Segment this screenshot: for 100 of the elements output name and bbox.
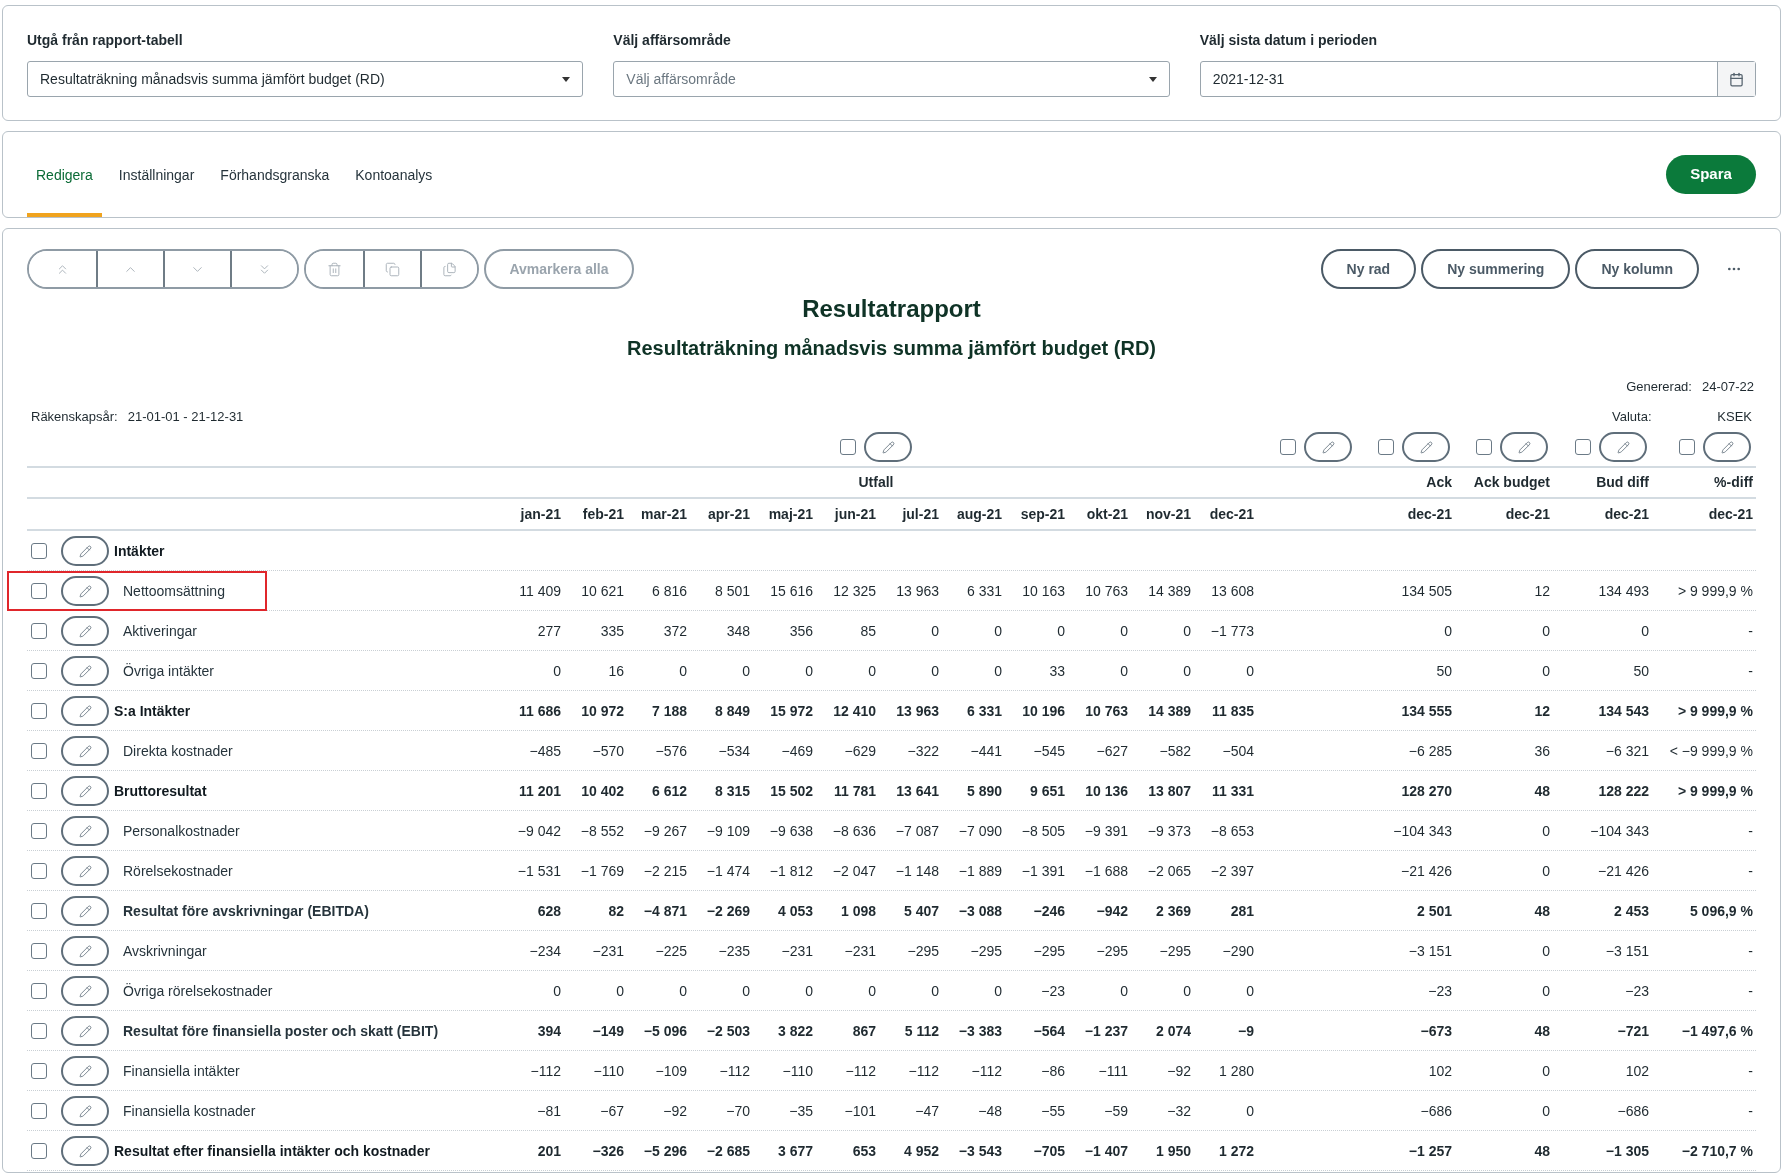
checkbox[interactable]	[31, 583, 47, 599]
save-button[interactable]: Spara	[1666, 155, 1756, 194]
checkbox[interactable]	[31, 703, 47, 719]
table-cell-text: 3 822	[776, 1021, 813, 1041]
table-cell-text: −9 638	[768, 821, 813, 841]
checkbox[interactable]	[1476, 439, 1492, 455]
column-header: dec-21	[1707, 504, 1753, 524]
edit-button[interactable]	[61, 1096, 109, 1126]
edit-button[interactable]	[61, 936, 109, 966]
edit-button[interactable]	[61, 696, 109, 726]
table-cell-text: −1 148	[894, 861, 939, 881]
edit-button[interactable]	[864, 432, 912, 462]
edit-button[interactable]	[61, 776, 109, 806]
table-cell-text: 1 098	[839, 901, 876, 921]
action-button[interactable]: Ny kolumn	[1575, 249, 1699, 289]
table-cell-text: 13 963	[895, 581, 939, 601]
table-cell-text: −110	[592, 1061, 624, 1081]
edit-button[interactable]	[61, 536, 109, 566]
action-button[interactable]: Ny summering	[1421, 249, 1571, 289]
tab[interactable]: Redigera	[27, 134, 102, 217]
checkbox[interactable]	[31, 1103, 47, 1119]
checkbox[interactable]	[31, 1063, 47, 1079]
checkbox[interactable]	[31, 863, 47, 879]
edit-button[interactable]	[61, 616, 109, 646]
table-cell-text: 0	[1119, 981, 1128, 1001]
dropdown-field[interactable]: Välj affärsområde	[613, 61, 1170, 97]
checkbox[interactable]	[31, 903, 47, 919]
table-cell-text: 867	[851, 1021, 876, 1041]
edit-button[interactable]	[1703, 432, 1751, 462]
checkbox[interactable]	[31, 743, 47, 759]
table-cell-text: 102	[1624, 1061, 1649, 1081]
table-cell-text: 10 763	[1084, 701, 1128, 721]
table-cell-text: −92	[662, 1101, 687, 1121]
table-cell-text: −8 552	[579, 821, 624, 841]
row-label: Avskrivningar	[122, 941, 207, 961]
checkbox[interactable]	[1280, 439, 1296, 455]
edit-button[interactable]	[61, 1136, 109, 1166]
checkbox[interactable]	[31, 623, 47, 639]
table-cell-text: −1 237	[1083, 1021, 1128, 1041]
checkbox[interactable]	[31, 543, 47, 559]
table-cell-text: −2 215	[642, 861, 687, 881]
edit-button[interactable]	[61, 816, 109, 846]
checkbox[interactable]	[31, 783, 47, 799]
table-cell-text: −545	[1032, 741, 1065, 761]
table-cell-text: 10 763	[1084, 581, 1128, 601]
checkbox[interactable]	[31, 983, 47, 999]
table-cell-text: 11 201	[517, 781, 561, 801]
table-cell-text: 0	[1541, 661, 1550, 681]
table-cell-text: 0	[1119, 621, 1128, 641]
edit-button[interactable]	[61, 1016, 109, 1046]
calendar-button[interactable]	[1717, 62, 1755, 96]
date-field[interactable]: 2021-12-31	[1199, 61, 1756, 97]
table-cell-text: −70	[725, 1101, 750, 1121]
column-header: mar-21	[640, 504, 687, 524]
edit-button[interactable]	[61, 576, 109, 606]
edit-button[interactable]	[61, 896, 109, 926]
dropdown-field[interactable]: Resultaträkning månadsvis summa jämfört budget (RD)	[27, 61, 584, 97]
pencil-icon	[78, 984, 92, 998]
edit-button[interactable]	[61, 736, 109, 766]
checkbox[interactable]	[1575, 439, 1591, 455]
table-cell-text: 0	[930, 621, 939, 641]
edit-button[interactable]	[61, 976, 109, 1006]
edit-button[interactable]	[1304, 432, 1352, 462]
checkbox[interactable]	[31, 1143, 47, 1159]
checkbox[interactable]	[31, 663, 47, 679]
table-cell-text: -	[1747, 661, 1753, 681]
edit-button[interactable]	[1599, 432, 1647, 462]
table-cell-text: −1 391	[1020, 861, 1065, 881]
checkbox[interactable]	[31, 943, 47, 959]
checkbox[interactable]	[31, 823, 47, 839]
table-cell-text: −231	[843, 941, 876, 961]
checkbox[interactable]	[31, 1023, 47, 1039]
edit-button[interactable]	[61, 656, 109, 686]
table-cell-text: −9 042	[516, 821, 561, 841]
edit-button[interactable]	[1500, 432, 1548, 462]
table-cell-text: 8 501	[713, 581, 750, 601]
table-cell-text: 0	[1443, 621, 1452, 641]
row-label: Personalkostnader	[122, 821, 240, 841]
table-cell-text: 3 677	[776, 1141, 813, 1161]
tab[interactable]: Kontoanalys	[346, 134, 442, 217]
row-label: Rörelsekostnader	[122, 861, 233, 881]
table-cell-text: 4 952	[902, 1141, 939, 1161]
edit-button[interactable]	[61, 856, 109, 886]
table-cell-text: −942	[1095, 901, 1128, 921]
table-cell-text: −295	[1032, 941, 1065, 961]
table-cell-text: 348	[725, 621, 750, 641]
table-cell-text: 6 331	[965, 581, 1002, 601]
pencil-icon	[78, 744, 92, 758]
action-button[interactable]: Ny rad	[1320, 249, 1417, 289]
checkbox[interactable]	[1378, 439, 1394, 455]
table-cell-text: 5 112	[903, 1021, 939, 1041]
checkbox[interactable]	[1679, 439, 1695, 455]
tab[interactable]: Förhandsgranska	[211, 134, 339, 217]
checkbox[interactable]	[840, 439, 856, 455]
table-cell-text: 1 280	[1217, 1061, 1254, 1081]
edit-button[interactable]	[61, 1056, 109, 1086]
table-cell-text: 335	[599, 621, 624, 641]
table-cell-text: 48	[1533, 781, 1550, 801]
tab[interactable]: Inställningar	[109, 134, 204, 217]
edit-button[interactable]	[1402, 432, 1450, 462]
